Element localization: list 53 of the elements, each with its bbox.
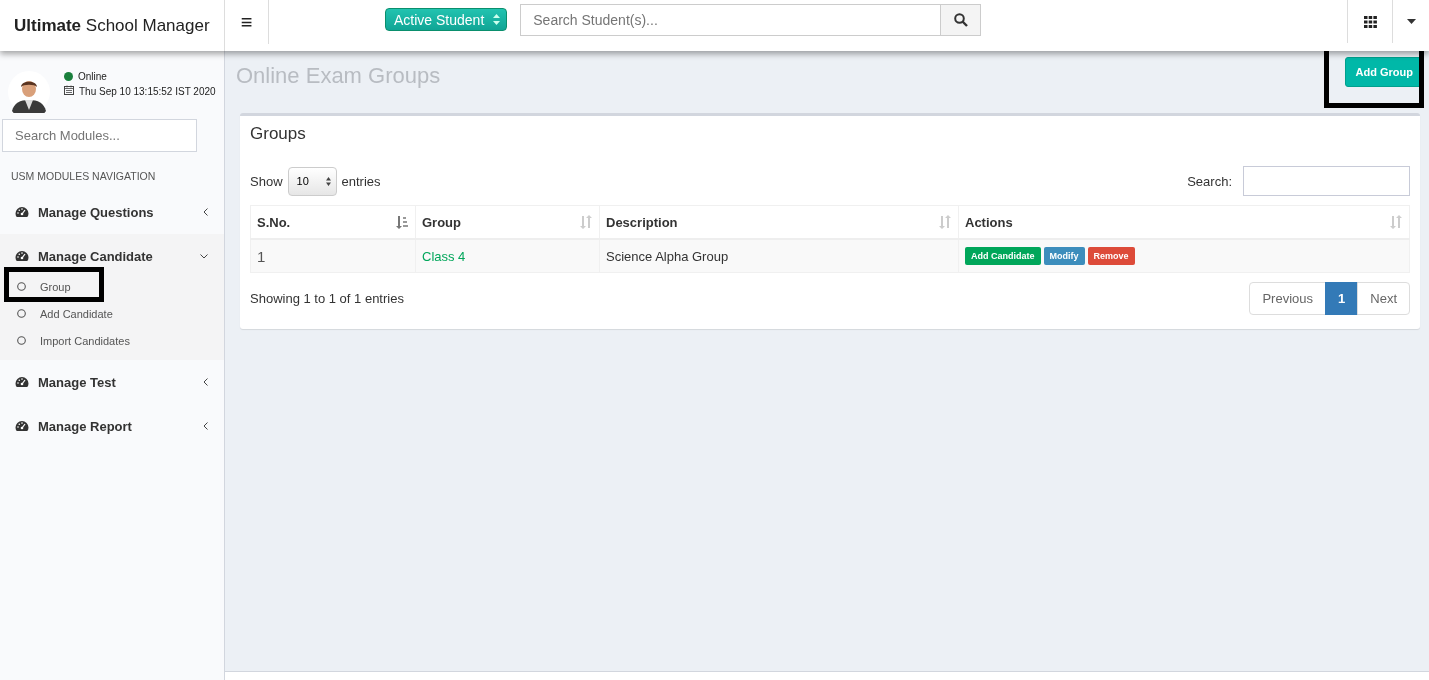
nav-item[interactable]: Manage Candidate bbox=[0, 234, 224, 278]
search-icon bbox=[953, 13, 968, 27]
page-button[interactable]: 1 bbox=[1325, 282, 1359, 315]
menu-toggle[interactable]: ≡ bbox=[225, 0, 269, 44]
circle-icon bbox=[17, 336, 26, 345]
sort-icon bbox=[395, 215, 409, 229]
show-label: Show bbox=[250, 173, 283, 189]
date-time: Thu Sep 10 13:15:52 IST 2020 bbox=[79, 85, 216, 97]
app-logo[interactable]: Ultimate School Manager bbox=[14, 15, 210, 36]
chevron-down-icon bbox=[200, 253, 208, 259]
circle-icon bbox=[17, 309, 26, 318]
table-search-field[interactable] bbox=[1243, 166, 1410, 196]
table-info: Showing 1 to 1 of 1 entries bbox=[250, 291, 404, 306]
entries-label: entries bbox=[341, 173, 381, 189]
nav-heading: USM MODULES NAVIGATION bbox=[10, 169, 157, 184]
status-dot bbox=[64, 72, 73, 81]
nav-item[interactable]: Manage Report bbox=[0, 404, 224, 448]
circle-icon bbox=[17, 282, 26, 291]
nav-subitem[interactable]: Add Candidate bbox=[40, 307, 113, 320]
dashboard-icon bbox=[15, 420, 29, 432]
sort-icon bbox=[579, 215, 593, 229]
dashboard-icon bbox=[15, 376, 29, 388]
search-label: Search: bbox=[1187, 173, 1232, 189]
user-avatar bbox=[8, 71, 50, 113]
card-title: Groups bbox=[250, 123, 307, 145]
nav-subitem[interactable]: Group bbox=[40, 280, 71, 293]
caret-icon bbox=[1406, 19, 1416, 24]
updown-arrows-icon bbox=[325, 176, 331, 186]
sort-icon bbox=[938, 215, 952, 229]
grid-icon bbox=[1363, 15, 1377, 28]
updown-arrows-icon bbox=[493, 14, 501, 25]
nav-item[interactable]: Manage Questions bbox=[0, 190, 224, 234]
nav-item[interactable]: Manage Test bbox=[0, 360, 224, 404]
page-button[interactable]: Previous bbox=[1249, 282, 1327, 315]
apps-grid-button[interactable] bbox=[1347, 0, 1392, 43]
page-button[interactable]: Next bbox=[1357, 282, 1410, 315]
chevron-left-icon bbox=[203, 208, 208, 216]
table-cell: 1 bbox=[250, 239, 416, 273]
table-cell: Science Alpha Group bbox=[599, 239, 959, 273]
calendar-icon bbox=[64, 85, 74, 95]
module-search-field[interactable]: Search Modules... bbox=[2, 119, 197, 152]
dashboard-icon bbox=[15, 250, 29, 262]
chevron-left-icon bbox=[203, 378, 208, 386]
sort-icon bbox=[1389, 215, 1403, 229]
status-text: Online bbox=[78, 71, 107, 82]
nav-subitem[interactable]: Import Candidates bbox=[40, 334, 130, 347]
action-button[interactable]: Remove bbox=[1087, 247, 1135, 265]
student-search-field[interactable]: Search Student(s)... bbox=[520, 4, 942, 36]
action-button[interactable]: Modify bbox=[1043, 247, 1085, 265]
search-button[interactable] bbox=[941, 4, 982, 36]
chevron-left-icon bbox=[203, 422, 208, 430]
entries-select[interactable]: 10 bbox=[287, 166, 337, 196]
dashboard-icon bbox=[15, 206, 29, 218]
